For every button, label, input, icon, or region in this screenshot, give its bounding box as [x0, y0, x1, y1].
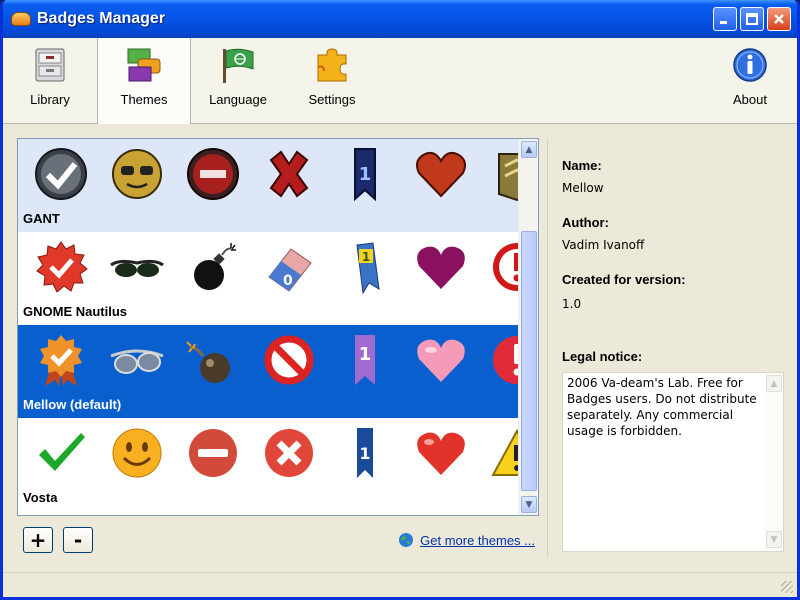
- minus-icon: [184, 145, 242, 203]
- minus-icon: [184, 424, 242, 482]
- maximize-button[interactable]: [740, 7, 764, 31]
- svg-text:0: 0: [283, 273, 293, 289]
- get-more-themes-label: Get more themes ...: [420, 532, 535, 548]
- svg-text:1: 1: [359, 344, 372, 365]
- ribbon-1-icon: 1: [336, 145, 394, 203]
- notice-scroll-down-button[interactable]: ▼: [766, 531, 782, 548]
- settings-puzzle-icon: [313, 46, 351, 84]
- name-value: Mellow: [562, 181, 604, 195]
- list-actions: + - Get more themes ...: [17, 525, 539, 555]
- heart-icon: [412, 145, 470, 203]
- app-window: Badges Manager Library Themes Language S…: [0, 0, 800, 600]
- author-value: Vadim Ivanoff: [562, 238, 645, 252]
- legal-label: Legal notice:: [562, 349, 643, 364]
- check-seal-icon: [32, 238, 90, 296]
- theme-name: GANT: [23, 211, 60, 226]
- info-icon: [731, 46, 769, 84]
- library-cabinet-icon: [31, 46, 69, 84]
- sunglasses-icon: [108, 238, 166, 296]
- tab-language[interactable]: Language: [191, 38, 285, 124]
- theme-name: GNOME Nautilus: [23, 304, 128, 319]
- x-icon: [260, 424, 318, 482]
- theme-row-mellow[interactable]: 1 Mellow (default): [18, 325, 538, 418]
- award-medal-icon: [32, 331, 90, 389]
- minimize-icon: [720, 21, 727, 24]
- sunglasses-icon: [108, 331, 166, 389]
- version-value: 1.0: [562, 297, 582, 311]
- svg-text:1: 1: [359, 164, 372, 185]
- legal-notice-box[interactable]: 2006 Va-deam's Lab. Free for Badges user…: [562, 372, 784, 552]
- eraser-icon: 0: [260, 238, 318, 296]
- tab-settings-label: Settings: [308, 92, 356, 107]
- notice-scroll-up-button[interactable]: ▲: [766, 375, 782, 392]
- theme-name: Vosta: [23, 490, 58, 505]
- name-label: Name:: [562, 158, 602, 173]
- ribbon-1-icon: 1: [336, 424, 394, 482]
- no-entry-icon: [260, 331, 318, 389]
- maximize-icon: [746, 13, 758, 25]
- get-more-themes-link[interactable]: Get more themes ...: [398, 532, 535, 548]
- check-icon: [32, 424, 90, 482]
- bomb-icon: [184, 331, 242, 389]
- heart-icon: [412, 238, 470, 296]
- legal-line: separately. Any commercial: [567, 408, 734, 422]
- add-theme-button[interactable]: +: [23, 527, 53, 553]
- smiley-icon: [108, 424, 166, 482]
- scroll-down-button[interactable]: ▼: [521, 496, 537, 513]
- version-label: Created for version:: [562, 272, 686, 287]
- main-toolbar: Library Themes Language Settings About: [3, 38, 797, 124]
- tab-themes[interactable]: Themes: [97, 38, 191, 124]
- scroll-up-button[interactable]: ▲: [521, 141, 537, 158]
- tab-themes-label: Themes: [120, 92, 168, 107]
- language-flag-icon: [219, 46, 257, 84]
- svg-text:1: 1: [359, 444, 370, 463]
- themes-scrollbar[interactable]: ▲ ▼: [518, 139, 538, 515]
- tab-settings[interactable]: Settings: [285, 38, 379, 124]
- smiley-icon: [108, 145, 166, 203]
- legal-line: Badges users. Do not distribute: [567, 392, 757, 406]
- globe-icon: [399, 533, 414, 547]
- svg-text:1: 1: [362, 250, 370, 264]
- minimize-button[interactable]: [713, 7, 737, 31]
- heart-icon: [412, 424, 470, 482]
- title-bar[interactable]: Badges Manager: [3, 0, 797, 38]
- theme-row-gant[interactable]: 1 GANT: [18, 139, 536, 232]
- resize-grip[interactable]: [781, 581, 793, 593]
- close-icon: [774, 14, 784, 24]
- window-title: Badges Manager: [37, 10, 166, 27]
- remove-theme-button[interactable]: -: [63, 527, 93, 553]
- status-bar: [3, 572, 797, 597]
- author-label: Author:: [562, 215, 609, 230]
- tab-language-label: Language: [209, 92, 267, 107]
- tab-library[interactable]: Library: [3, 38, 97, 124]
- heart-icon: [412, 331, 470, 389]
- ribbon-1-icon: 1: [336, 238, 394, 296]
- theme-details-panel: Name: Mellow Author: Vadim Ivanoff Creat…: [547, 138, 787, 558]
- x-icon: [260, 145, 318, 203]
- about-button[interactable]: About: [703, 38, 797, 124]
- legal-notice-text: 2006 Va-deam's Lab. Free for Badges user…: [567, 375, 765, 439]
- app-icon: [11, 12, 31, 26]
- theme-row-vosta[interactable]: 1 Vosta: [18, 418, 538, 511]
- about-label: About: [733, 92, 767, 107]
- ribbon-1-icon: 1: [336, 331, 394, 389]
- legal-line: usage is forbidden.: [567, 424, 682, 438]
- check-icon: [32, 145, 90, 203]
- themes-list[interactable]: 1 GANT 0 1 GNOME Nautilus 1 Mellow (defa…: [17, 138, 539, 516]
- legal-notice-scrollbar[interactable]: ▲ ▼: [765, 373, 783, 551]
- tab-library-label: Library: [30, 92, 70, 107]
- bomb-icon: [184, 238, 242, 296]
- close-button[interactable]: [767, 7, 791, 31]
- themes-layers-icon: [125, 46, 163, 84]
- scroll-thumb[interactable]: [521, 231, 537, 491]
- legal-line: 2006 Va-deam's Lab. Free for: [567, 376, 743, 390]
- theme-row-gnome-nautilus[interactable]: 0 1 GNOME Nautilus: [18, 232, 538, 325]
- theme-name: Mellow (default): [23, 397, 122, 412]
